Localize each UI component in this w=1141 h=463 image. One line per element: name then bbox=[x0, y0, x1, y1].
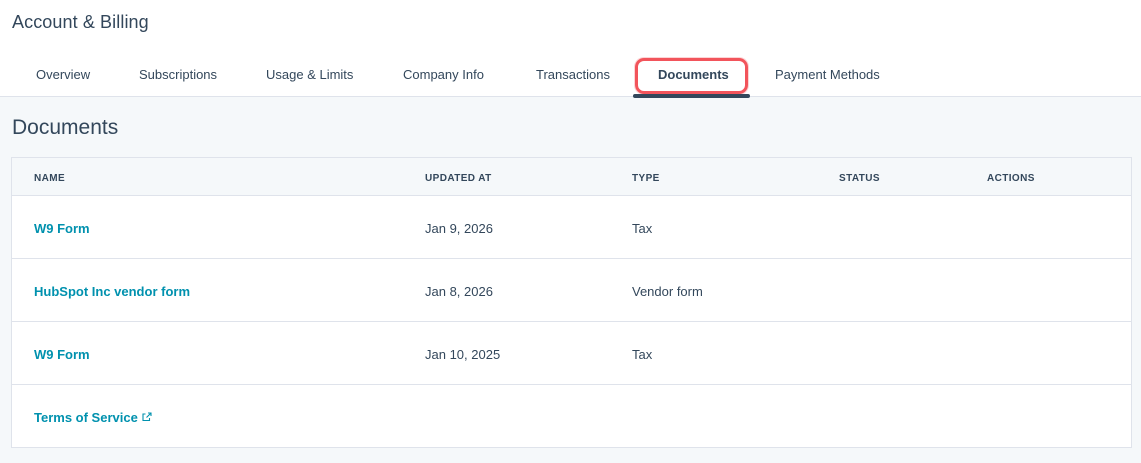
section-title: Documents bbox=[12, 116, 119, 139]
terms-of-service-link[interactable]: Terms of Service bbox=[34, 410, 152, 425]
page-header: Account & Billing Overview Subscriptions… bbox=[0, 0, 1141, 97]
column-header-actions: ACTIONS bbox=[987, 173, 1035, 184]
table-row: W9 Form Jan 9, 2026 Tax bbox=[12, 196, 1131, 259]
tab-bar: Overview Subscriptions Usage & Limits Co… bbox=[0, 60, 1141, 97]
column-header-name[interactable]: NAME bbox=[34, 173, 65, 184]
type-cell: Vendor form bbox=[632, 284, 703, 299]
updated-at-cell: Jan 8, 2026 bbox=[425, 284, 493, 299]
external-link-icon bbox=[142, 412, 152, 422]
updated-at-cell: Jan 9, 2026 bbox=[425, 221, 493, 236]
table-row: W9 Form Jan 10, 2025 Tax bbox=[12, 322, 1131, 385]
table-row: Terms of Service bbox=[12, 385, 1131, 448]
document-name-link[interactable]: HubSpot Inc vendor form bbox=[34, 284, 190, 299]
table-row: HubSpot Inc vendor form Jan 8, 2026 Vend… bbox=[12, 259, 1131, 322]
tab-documents-highlight bbox=[635, 58, 748, 94]
document-name-link[interactable]: W9 Form bbox=[34, 221, 90, 236]
page-title: Account & Billing bbox=[12, 12, 149, 32]
tab-usage-limits[interactable]: Usage & Limits bbox=[266, 67, 353, 82]
active-tab-underline bbox=[633, 94, 750, 98]
documents-table: NAME UPDATED AT TYPE STATUS ACTIONS W9 F… bbox=[11, 157, 1132, 448]
document-name-link[interactable]: W9 Form bbox=[34, 347, 90, 362]
tab-payment-methods[interactable]: Payment Methods bbox=[775, 67, 880, 82]
updated-at-cell: Jan 10, 2025 bbox=[425, 347, 501, 362]
tab-company-info[interactable]: Company Info bbox=[403, 67, 484, 82]
type-cell: Tax bbox=[632, 221, 653, 236]
column-header-updated-at[interactable]: UPDATED AT bbox=[425, 173, 492, 184]
type-cell: Tax bbox=[632, 347, 653, 362]
terms-of-service-label[interactable]: Terms of Service bbox=[34, 410, 138, 425]
tab-subscriptions[interactable]: Subscriptions bbox=[139, 67, 217, 82]
table-header: NAME UPDATED AT TYPE STATUS ACTIONS bbox=[12, 158, 1131, 196]
tab-overview[interactable]: Overview bbox=[36, 67, 90, 82]
column-header-status[interactable]: STATUS bbox=[839, 173, 880, 184]
column-header-type[interactable]: TYPE bbox=[632, 173, 660, 184]
tab-transactions[interactable]: Transactions bbox=[536, 67, 610, 82]
